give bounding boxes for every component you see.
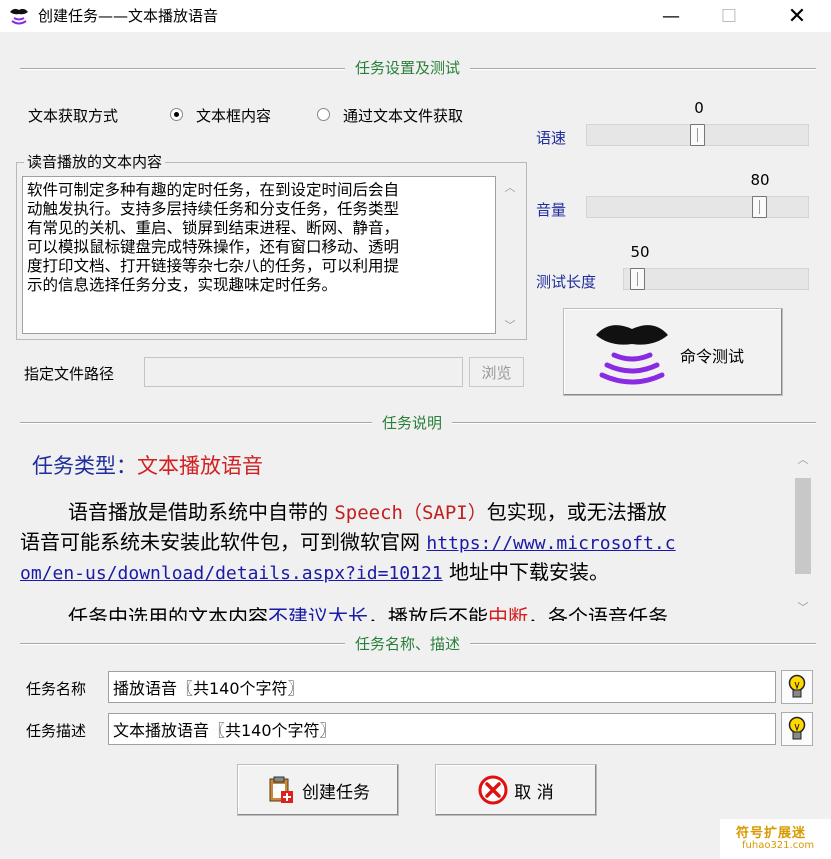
volume-slider[interactable] — [586, 196, 809, 218]
title-bar: 创建任务——文本播放语音 — ☐ ✕ — [0, 0, 831, 32]
speed-value: 0 — [694, 99, 704, 117]
task-type-prefix: 任务类型： — [32, 454, 137, 478]
task-desc-hint-button[interactable] — [781, 712, 813, 746]
file-path-label: 指定文件路径 — [24, 365, 115, 383]
section-title-name-desc: 任务名称、描述 — [345, 633, 471, 654]
task-name-label: 任务名称 — [26, 680, 87, 698]
info-text: 地址中下载安装。 — [442, 560, 609, 584]
app-lips-icon — [10, 8, 28, 25]
info-text: 包实现，或无法播放 — [486, 500, 667, 524]
test-length-slider-thumb[interactable] — [630, 268, 645, 290]
test-length-slider[interactable] — [623, 268, 809, 290]
window-title: 创建任务——文本播放语音 — [38, 7, 219, 25]
clipboard-add-icon — [269, 776, 293, 803]
section-title-description: 任务说明 — [372, 412, 453, 433]
volume-value: 80 — [750, 171, 770, 189]
maximize-button[interactable]: ☐ — [706, 0, 752, 32]
info-line-4: 任务中选用的文本内容不建议太长，播放后不能中断，各个语音任务 — [68, 601, 668, 621]
speech-sapi-text: Speech（SAPI） — [334, 502, 487, 524]
test-length-value: 50 — [630, 243, 650, 261]
text-content-group-label: 读音播放的文本内容 — [24, 151, 166, 172]
info-line-3: om/en-us/download/details.aspx?id=10121 … — [20, 556, 609, 585]
browse-button[interactable]: 浏览 — [469, 357, 524, 387]
section-title-settings: 任务设置及测试 — [345, 57, 471, 78]
info-text: 任务中选用的文本内容 — [68, 605, 268, 621]
scrollbar-thumb[interactable] — [795, 478, 811, 574]
task-type-name: 文本播放语音 — [137, 454, 263, 478]
speed-slider-thumb[interactable] — [690, 124, 705, 146]
watermark-url: fuhao321.com — [742, 840, 815, 851]
cancel-label: 取 消 — [514, 782, 554, 803]
text-source-label: 文本获取方式 — [28, 107, 119, 125]
task-name-hint-button[interactable] — [781, 670, 813, 704]
create-task-button[interactable]: 创建任务 — [237, 764, 399, 816]
command-test-button[interactable]: 命令测试 — [563, 308, 783, 396]
warning-text: 中断 — [488, 605, 528, 621]
radio-textbox[interactable] — [170, 108, 183, 121]
scroll-down-icon[interactable]: ﹀ — [498, 316, 522, 334]
create-task-label: 创建任务 — [302, 782, 370, 803]
close-button[interactable]: ✕ — [774, 0, 820, 32]
volume-slider-thumb[interactable] — [752, 196, 767, 218]
minimize-button[interactable]: — — [648, 0, 694, 32]
task-type-line: 任务类型：文本播放语音 — [32, 450, 263, 480]
task-desc-label: 任务描述 — [26, 722, 87, 740]
radio-textbox-label[interactable]: 文本框内容 — [196, 105, 271, 126]
task-name-input[interactable]: 播放语音〖共140个字符〗 — [108, 671, 776, 703]
info-line-2: 语音可能系统未安装此软件包，可到微软官网 https://www.microso… — [20, 526, 676, 555]
cancel-button[interactable]: 取 消 — [435, 764, 597, 816]
radio-textfile[interactable] — [317, 108, 330, 121]
task-desc-input[interactable]: 文本播放语音〖共140个字符〗 — [108, 713, 776, 745]
task-description-richtext[interactable]: 任务类型：文本播放语音 语音播放是借助系统中自带的 Speech（SAPI）包实… — [20, 438, 790, 621]
speed-label: 语速 — [536, 129, 567, 147]
cancel-x-icon — [478, 775, 508, 805]
lightbulb-icon — [788, 716, 806, 740]
command-test-label: 命令测试 — [680, 347, 745, 366]
volume-label: 音量 — [536, 201, 567, 219]
info-text: 语音播放是借助系统中自带的 — [68, 500, 335, 524]
info-line-1: 语音播放是借助系统中自带的 Speech（SAPI）包实现，或无法播放 — [68, 496, 667, 525]
microsoft-link[interactable]: https://www.microsoft.c — [426, 533, 675, 554]
radio-textfile-label[interactable]: 通过文本文件获取 — [343, 105, 463, 126]
test-length-label: 测试长度 — [536, 273, 597, 291]
richtext-scrollbar[interactable]: ︿ ﹀ — [790, 448, 816, 618]
watermark-text: 符号扩展迷 — [736, 826, 807, 841]
scroll-up-icon[interactable]: ︿ — [498, 178, 522, 196]
textarea-scrollbar[interactable]: ︿ ﹀ — [498, 176, 522, 334]
info-text: 语音可能系统未安装此软件包，可到微软官网 — [20, 530, 427, 554]
scroll-up-icon[interactable]: ︿ — [791, 450, 815, 468]
scroll-down-icon[interactable]: ﹀ — [791, 598, 815, 616]
warning-text: 不建议太长 — [268, 605, 368, 621]
speaking-lips-icon — [596, 325, 668, 385]
info-text: ，播放后不能 — [368, 605, 488, 621]
microsoft-link[interactable]: om/en-us/download/details.aspx?id=10121 — [20, 563, 443, 584]
lightbulb-icon — [788, 674, 806, 698]
file-path-input[interactable] — [144, 357, 463, 387]
text-content-textarea[interactable]: 软件可制定多种有趣的定时任务，在到设定时间后会自 动触发执行。支持多层持续任务和… — [22, 176, 496, 334]
info-text: ，各个语音任务 — [528, 605, 668, 621]
